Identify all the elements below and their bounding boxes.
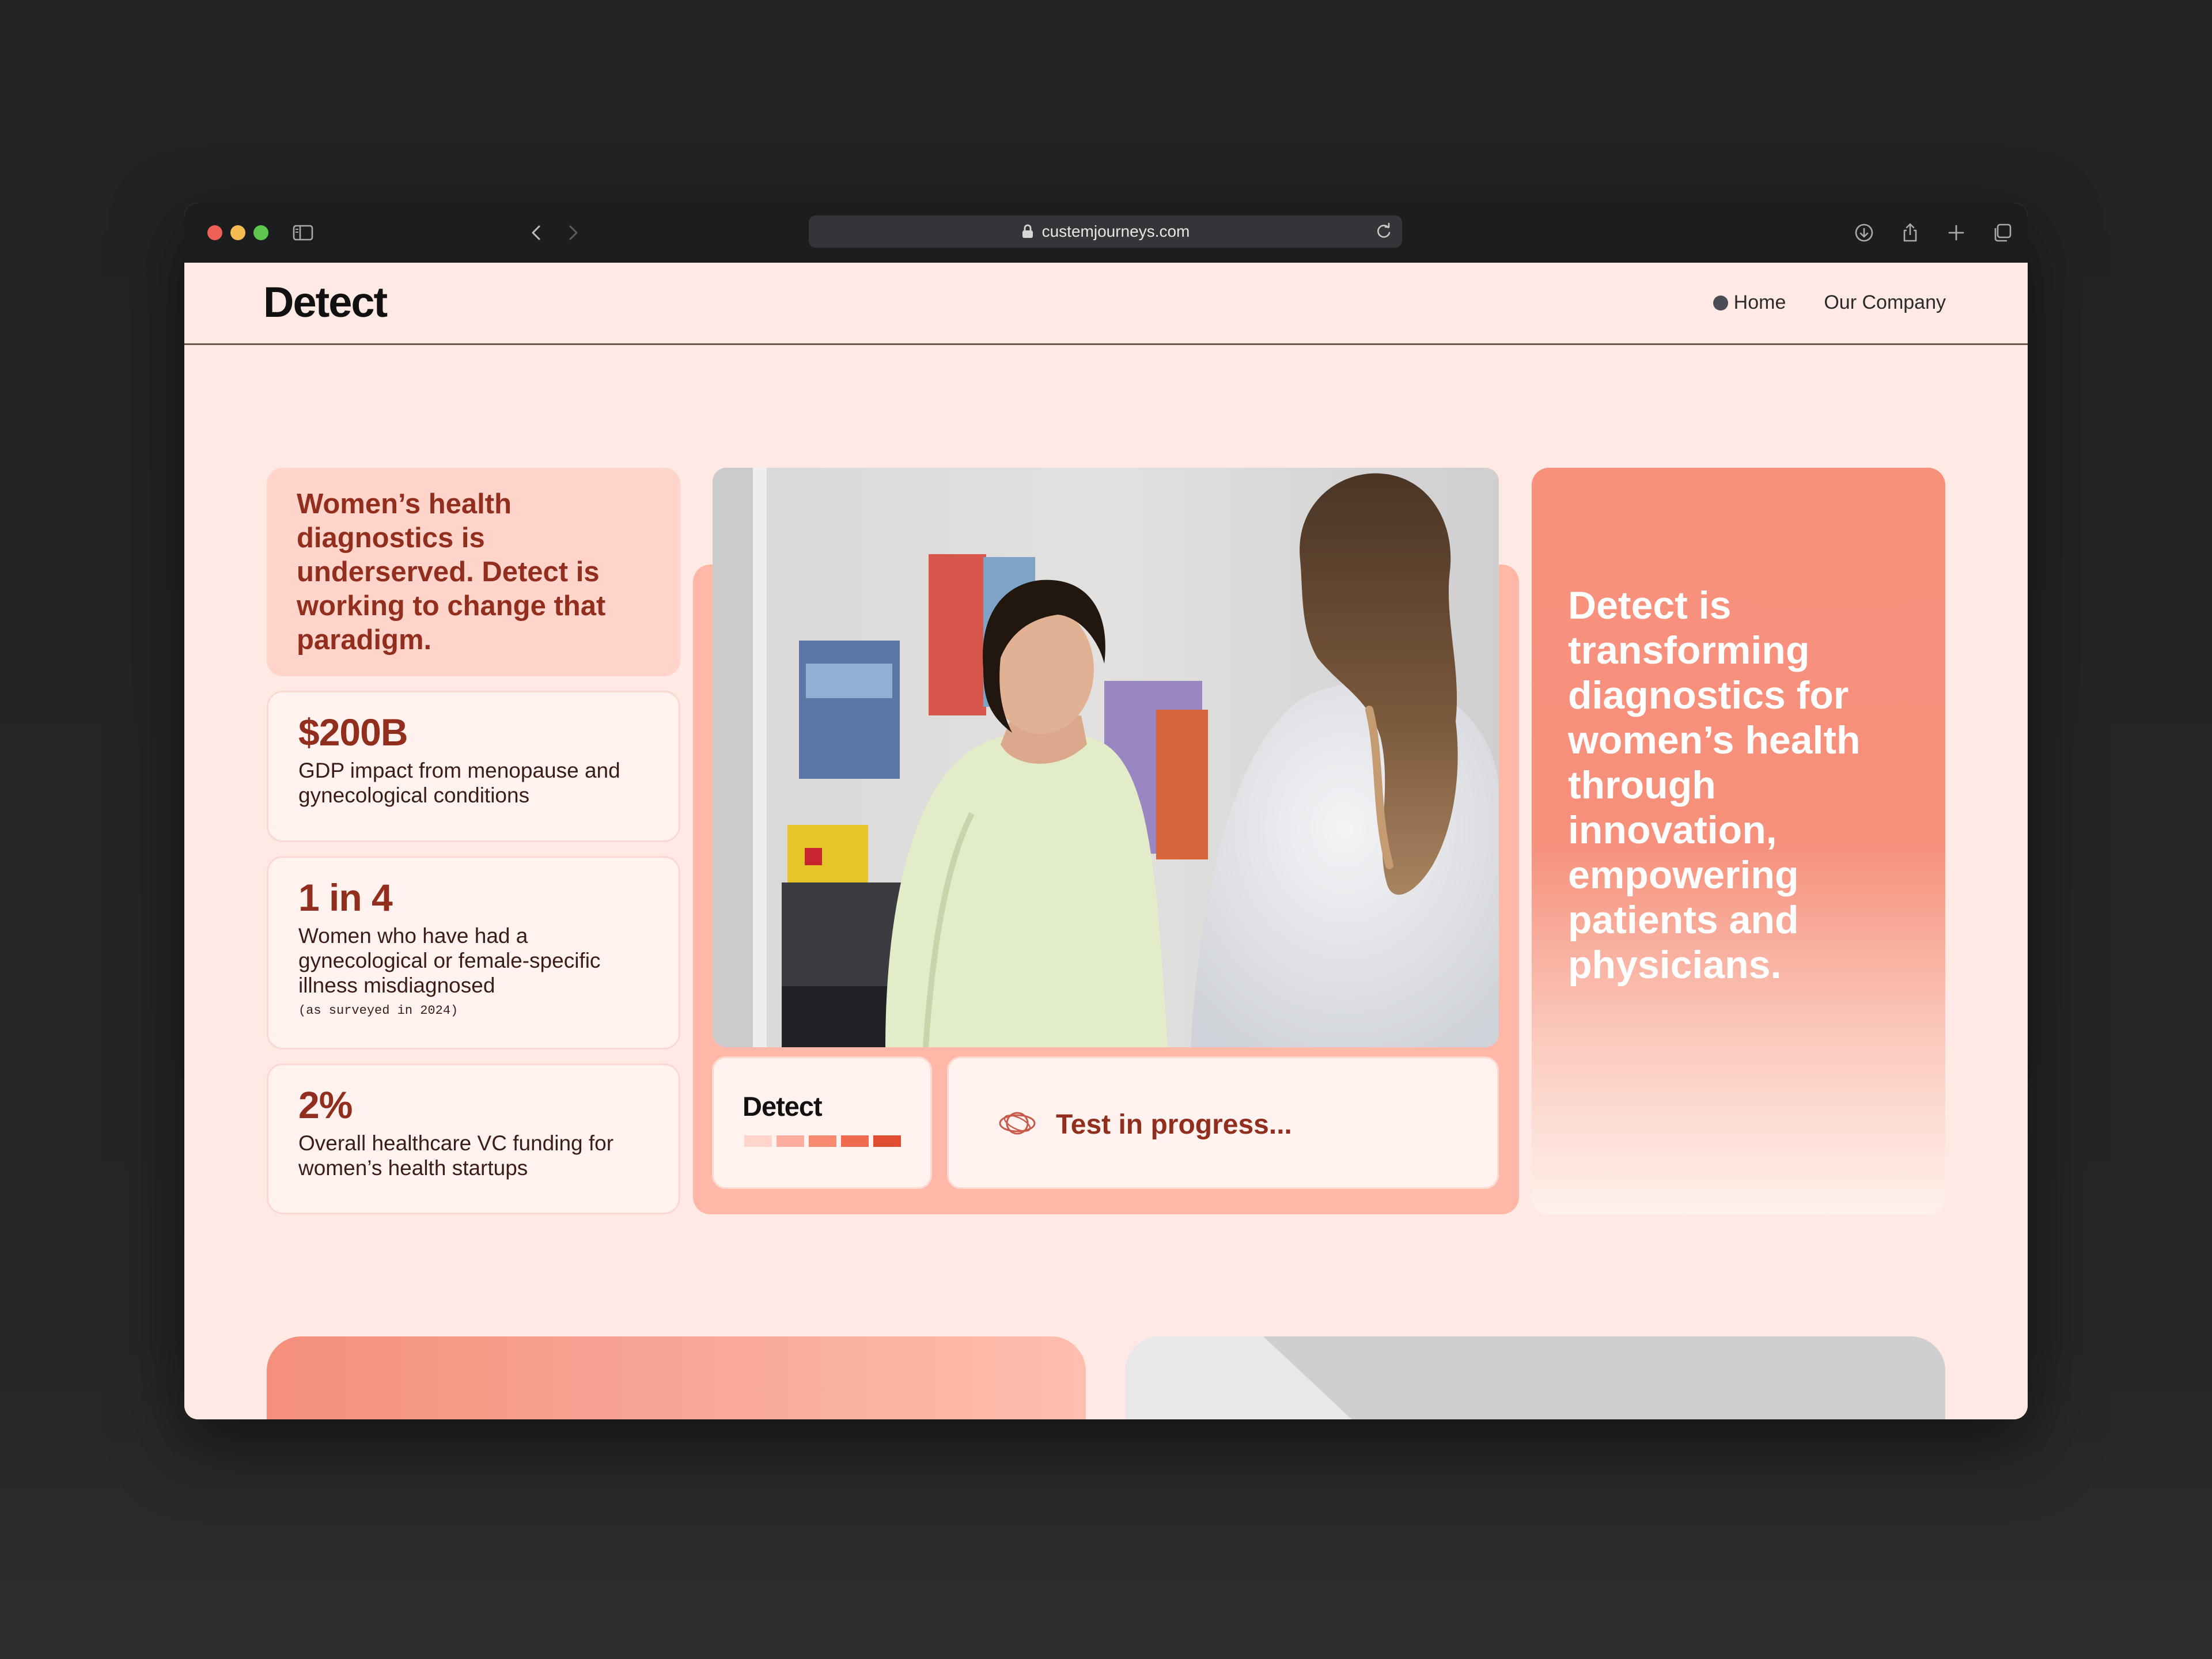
close-window-button[interactable] [207, 225, 222, 240]
url-text: custemjourneys.com [1041, 222, 1190, 240]
web-page: Detect Home Our Company Women’s health d… [184, 263, 2028, 1419]
indicator-bar [809, 1135, 836, 1147]
nav-item-home[interactable]: Home [1713, 291, 1786, 314]
feature-image-right [1125, 1336, 1945, 1419]
stat-card-misdiagnosis: 1 in 4 Women who have had a gynecologica… [267, 856, 680, 1050]
downloads-icon[interactable] [1851, 220, 1877, 245]
stat-label: Overall healthcare VC funding for women’… [298, 1131, 614, 1180]
test-status-text: Test in progress... [1056, 1109, 1292, 1140]
stat-note: (as surveyed in 2024) [298, 1003, 459, 1018]
forward-icon[interactable] [560, 220, 585, 245]
feature-card-left [267, 1336, 1086, 1419]
browser-window: custemjourneys.com Detect Home Our Compa… [184, 203, 2028, 1419]
stat-value: 1 in 4 [298, 876, 393, 919]
sidebar-toggle-icon[interactable] [290, 220, 316, 245]
reload-icon[interactable] [1372, 220, 1395, 243]
zoom-window-button[interactable] [253, 225, 268, 240]
patient-consultation-photo [713, 468, 1499, 1047]
stat-value: $200B [298, 711, 408, 753]
site-header: Detect Home Our Company [184, 263, 2028, 345]
stat-label: GDP impact from menopause and gynecologi… [298, 759, 620, 807]
nav-item-our-company[interactable]: Our Company [1824, 291, 1946, 314]
device-logo: Detect [743, 1091, 823, 1122]
tab-overview-icon[interactable] [1990, 220, 2015, 245]
lock-icon [1022, 224, 1033, 238]
new-tab-icon[interactable] [1944, 220, 1969, 245]
site-logo[interactable]: Detect [263, 278, 388, 327]
indicator-bar [777, 1135, 804, 1147]
mission-card: Detect is transforming diagnostics for w… [1532, 468, 1945, 1214]
stat-value: 2% [298, 1084, 353, 1126]
stat-card-gdp: $200B GDP impact from menopause and gyne… [267, 691, 680, 842]
intro-card: Women’s health diagnostics is underserve… [267, 468, 680, 676]
nav-item-label: Our Company [1824, 291, 1946, 313]
stat-label: Women who have had a gynecological or fe… [298, 924, 601, 997]
browser-toolbar: custemjourneys.com [184, 203, 2028, 263]
address-bar[interactable]: custemjourneys.com [809, 215, 1402, 248]
main-nav: Home Our Company [1713, 291, 1946, 314]
test-status-card: Test in progress... [947, 1056, 1499, 1189]
indicator-bar [873, 1135, 901, 1147]
share-icon[interactable] [1897, 220, 1923, 245]
nav-item-label: Home [1733, 291, 1786, 313]
intro-text: Women’s health diagnostics is underserve… [297, 488, 606, 656]
stat-card-vc-funding: 2% Overall healthcare VC funding for wom… [267, 1063, 680, 1214]
minimize-window-button[interactable] [230, 225, 245, 240]
test-device-icon [999, 1112, 1036, 1135]
device-indicator-bars [744, 1135, 901, 1147]
active-indicator-icon [1713, 295, 1728, 310]
indicator-bar [744, 1135, 772, 1147]
mission-statement: Detect is transforming diagnostics for w… [1568, 584, 1861, 987]
indicator-bar [841, 1135, 869, 1147]
device-card: Detect [712, 1056, 932, 1189]
back-icon[interactable] [524, 220, 550, 245]
